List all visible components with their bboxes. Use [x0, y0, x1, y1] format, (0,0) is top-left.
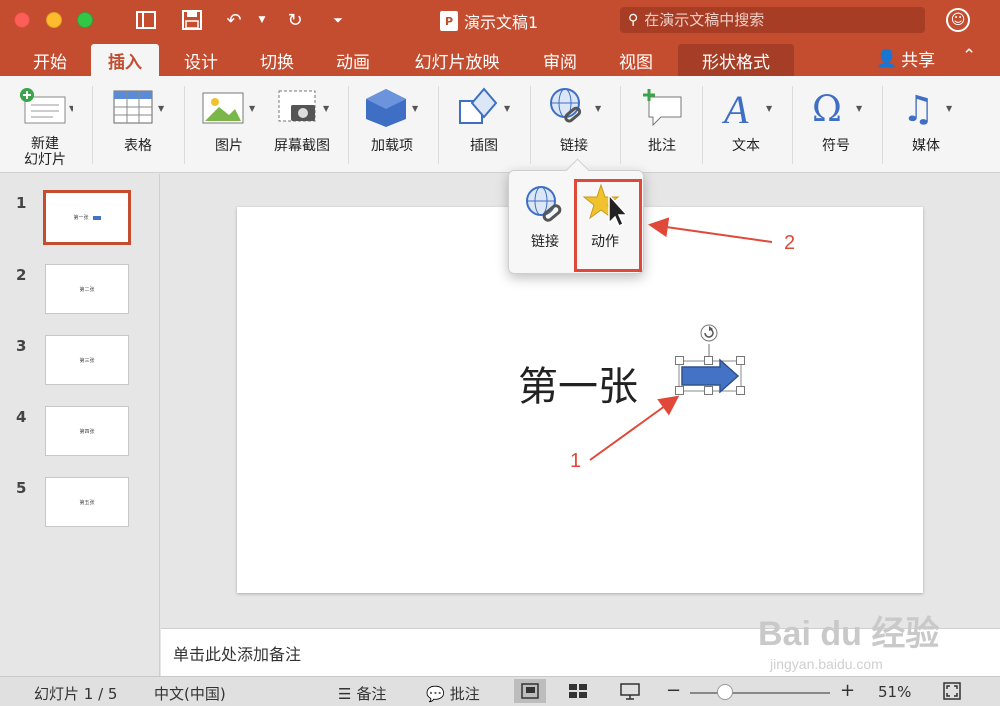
normal-view-icon [521, 683, 539, 699]
annotation-arrow-1 [589, 395, 680, 461]
annotation-number-1: 1 [570, 450, 582, 472]
comment-icon: 💬 [426, 684, 445, 703]
slide-sorter-view-button[interactable] [562, 679, 594, 703]
presenter-view-button[interactable] [614, 679, 646, 703]
normal-view-button[interactable] [514, 679, 546, 703]
notes-icon: ☰ [338, 684, 352, 703]
annotation-number-2: 2 [784, 232, 796, 254]
notes-placeholder: 单击此处添加备注 [173, 645, 302, 664]
language-indicator[interactable]: 中文(中国) [154, 683, 226, 704]
baidu-watermark: Bai du 经验 [758, 615, 940, 653]
grid-view-icon [569, 684, 587, 698]
notes-toggle-button[interactable]: ☰ 备注 [338, 683, 386, 704]
annotation-arrows [589, 217, 773, 461]
notes-toggle-label: 备注 [356, 685, 387, 703]
status-bar: 幻灯片 1 / 5 中文(中国) ☰ 备注 💬 批注 − + 51% [0, 676, 1000, 706]
zoom-level[interactable]: 51% [878, 683, 911, 701]
zoom-out-button[interactable]: − [666, 680, 681, 701]
zoom-slider-knob[interactable] [717, 684, 733, 700]
fit-window-icon [943, 682, 961, 700]
presentation-icon [620, 683, 640, 700]
fit-to-window-button[interactable] [936, 679, 968, 703]
zoom-in-button[interactable]: + [840, 680, 855, 701]
zoom-slider-track[interactable] [690, 692, 830, 694]
comments-toggle-button[interactable]: 💬 批注 [426, 683, 480, 704]
comments-toggle-label: 批注 [449, 685, 480, 703]
baidu-watermark-url: jingyan.baidu.com [770, 656, 883, 672]
annotation-arrow-2 [648, 217, 773, 243]
slide-indicator: 幻灯片 1 / 5 [34, 685, 118, 703]
